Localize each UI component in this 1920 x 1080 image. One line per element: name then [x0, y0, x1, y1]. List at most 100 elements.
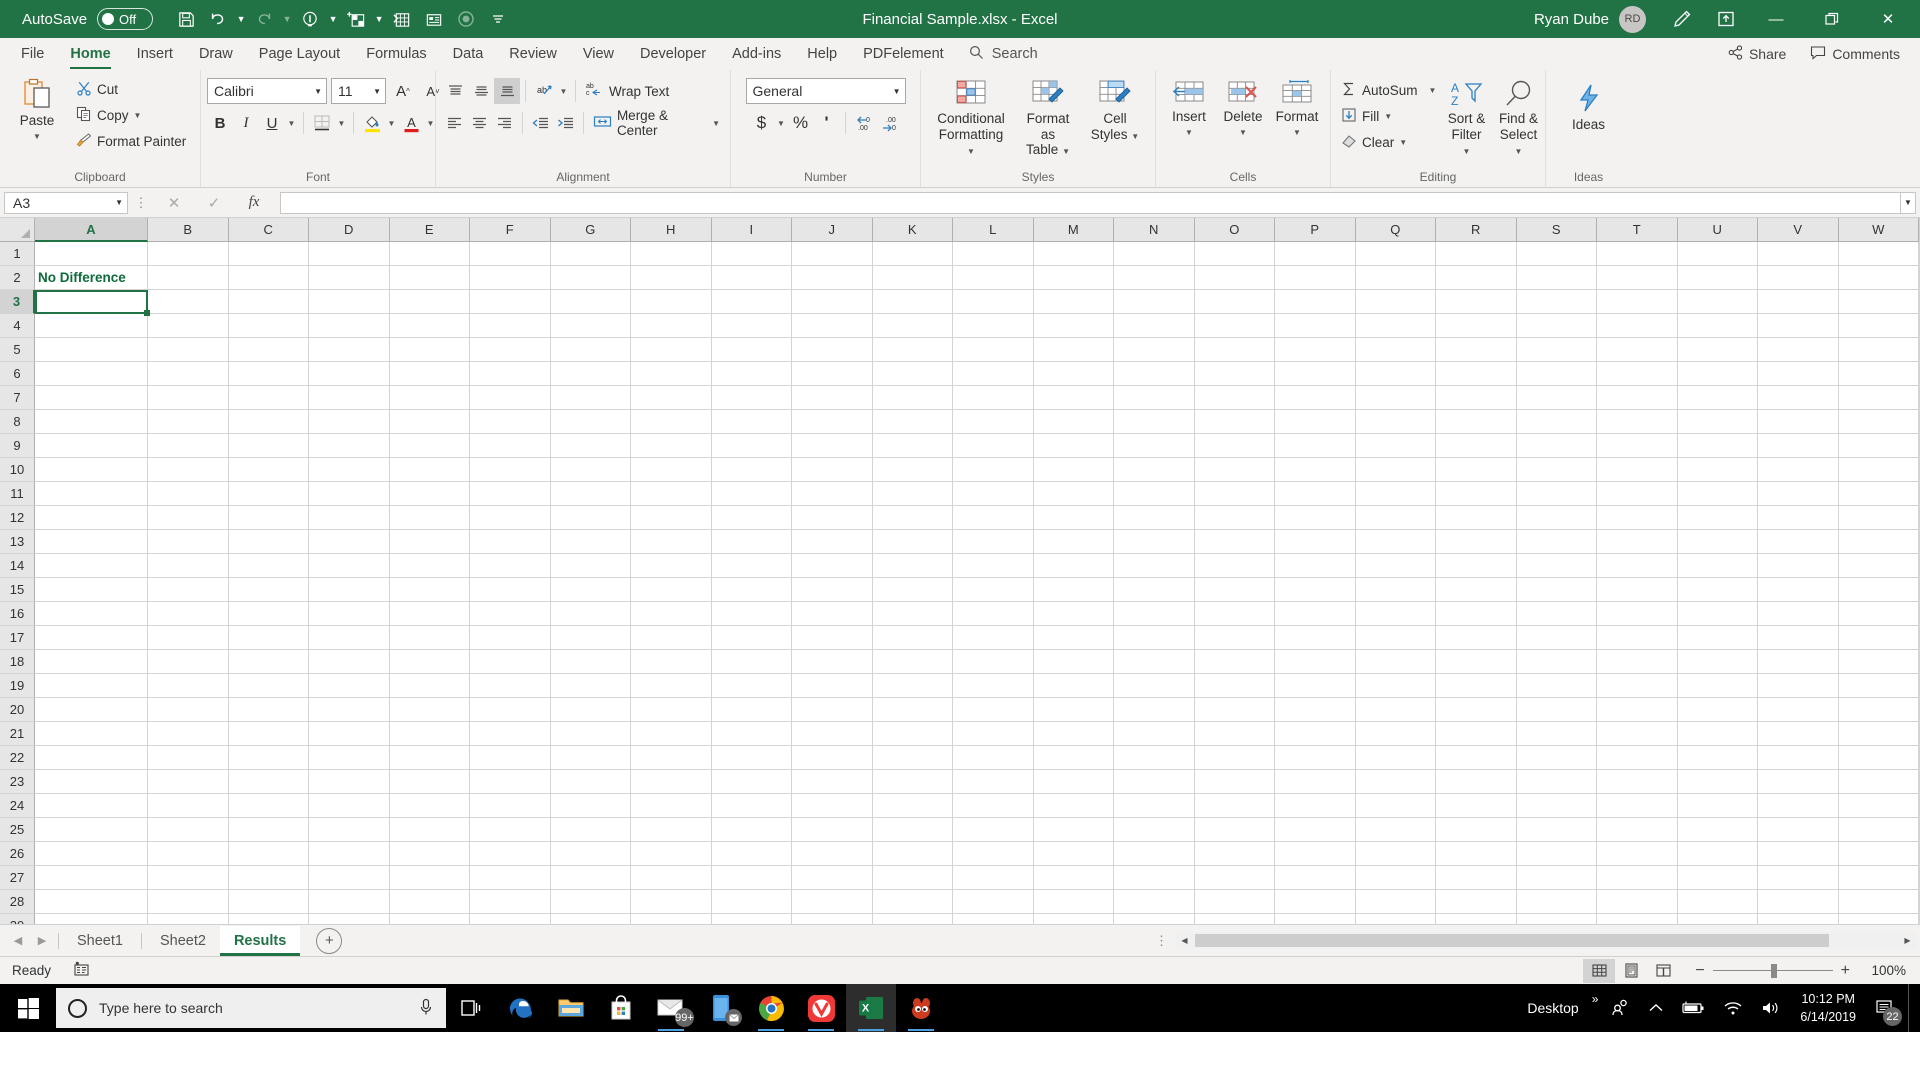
normal-view-button[interactable]: [1583, 958, 1616, 983]
cell-L5[interactable]: [953, 338, 1034, 362]
cell-L28[interactable]: [953, 890, 1034, 914]
cell-H6[interactable]: [631, 362, 712, 386]
column-header-q[interactable]: Q: [1355, 218, 1436, 242]
cell-K4[interactable]: [872, 314, 953, 338]
insert-cells-button[interactable]: Insert ▼: [1162, 77, 1216, 139]
format-cells-button[interactable]: Format ▼: [1270, 77, 1324, 139]
cell-styles-dropdown-icon[interactable]: ▼: [1131, 132, 1139, 141]
cell-O17[interactable]: [1194, 626, 1275, 650]
cell-R27[interactable]: [1436, 866, 1517, 890]
cell-M29[interactable]: [1034, 914, 1114, 924]
row-header-26[interactable]: 26: [0, 842, 35, 866]
cell-U23[interactable]: [1677, 770, 1758, 794]
cell-A22[interactable]: [35, 746, 148, 770]
cell-G22[interactable]: [550, 746, 631, 770]
cell-E16[interactable]: [389, 602, 470, 626]
cell-R16[interactable]: [1436, 602, 1517, 626]
cell-U17[interactable]: [1677, 626, 1758, 650]
cell-P2[interactable]: [1275, 266, 1356, 290]
cell-Q21[interactable]: [1355, 722, 1436, 746]
cell-L2[interactable]: [953, 266, 1034, 290]
cell-G15[interactable]: [550, 578, 631, 602]
cell-K12[interactable]: [872, 506, 953, 530]
cell-J17[interactable]: [792, 626, 873, 650]
sort-and-filter-button[interactable]: A Z Sort & Filter ▼: [1440, 77, 1492, 160]
cell-T25[interactable]: [1597, 818, 1678, 842]
cell-M3[interactable]: [1033, 290, 1114, 314]
cell-F12[interactable]: [470, 506, 551, 530]
record-macro-icon[interactable]: [451, 4, 481, 34]
cell-N24[interactable]: [1114, 794, 1195, 818]
borders-dropdown-icon[interactable]: ▼: [335, 110, 348, 136]
cell-A25[interactable]: [35, 818, 148, 842]
cell-B18[interactable]: [148, 650, 229, 674]
select-all-corner[interactable]: [0, 218, 35, 242]
cell-A26[interactable]: [35, 842, 148, 866]
cell-H24[interactable]: [631, 794, 712, 818]
cell-H13[interactable]: [631, 530, 712, 554]
people-icon[interactable]: [1602, 999, 1640, 1017]
cell-I5[interactable]: [711, 338, 792, 362]
cell-I18[interactable]: [711, 650, 792, 674]
cell-J27[interactable]: [792, 866, 873, 890]
column-header-a[interactable]: A: [35, 218, 148, 242]
cell-A21[interactable]: [35, 722, 148, 746]
font-name-dropdown-icon[interactable]: ▼: [308, 87, 322, 96]
sort-icon[interactable]: [387, 4, 417, 34]
cell-D14[interactable]: [309, 554, 390, 578]
cell-V15[interactable]: [1758, 578, 1839, 602]
decrease-decimal-button[interactable]: .00 0: [877, 110, 903, 136]
cell-M10[interactable]: [1033, 458, 1114, 482]
cell-S2[interactable]: [1516, 266, 1597, 290]
cell-O16[interactable]: [1194, 602, 1275, 626]
cell-V8[interactable]: [1758, 410, 1839, 434]
cell-K8[interactable]: [872, 410, 953, 434]
cell-B9[interactable]: [148, 434, 229, 458]
cell-V6[interactable]: [1758, 362, 1839, 386]
row-header-2[interactable]: 2: [0, 266, 35, 290]
cell-H27[interactable]: [631, 866, 712, 890]
number-format-dropdown-icon[interactable]: ▼: [887, 87, 901, 96]
cell-V1[interactable]: [1758, 242, 1839, 266]
cell-A4[interactable]: [35, 314, 148, 338]
cell-Q12[interactable]: [1355, 506, 1436, 530]
minimize-button[interactable]: —: [1750, 0, 1802, 38]
cell-R4[interactable]: [1436, 314, 1517, 338]
cell-E10[interactable]: [389, 458, 470, 482]
cell-L23[interactable]: [953, 770, 1034, 794]
cell-E4[interactable]: [389, 314, 470, 338]
cell-I25[interactable]: [711, 818, 792, 842]
cell-F9[interactable]: [470, 434, 551, 458]
row-header-4[interactable]: 4: [0, 314, 35, 338]
restore-button[interactable]: [1806, 0, 1858, 38]
cell-R25[interactable]: [1436, 818, 1517, 842]
cell-E28[interactable]: [389, 890, 470, 914]
cell-F7[interactable]: [470, 386, 551, 410]
cell-C28[interactable]: [228, 890, 309, 914]
cell-H3[interactable]: [631, 290, 712, 314]
cell-P25[interactable]: [1275, 818, 1356, 842]
cell-W2[interactable]: [1838, 266, 1919, 290]
cell-N5[interactable]: [1114, 338, 1195, 362]
cell-L12[interactable]: [953, 506, 1034, 530]
zoom-out-button[interactable]: −: [1695, 962, 1704, 980]
tab-formulas[interactable]: Formulas: [353, 38, 439, 70]
cell-M19[interactable]: [1033, 674, 1114, 698]
column-header-h[interactable]: H: [631, 218, 712, 242]
cell-T19[interactable]: [1597, 674, 1678, 698]
cell-U13[interactable]: [1677, 530, 1758, 554]
column-header-j[interactable]: J: [792, 218, 873, 242]
cell-D10[interactable]: [309, 458, 390, 482]
cell-O21[interactable]: [1194, 722, 1275, 746]
cell-Q17[interactable]: [1355, 626, 1436, 650]
cell-H20[interactable]: [631, 698, 712, 722]
cell-W18[interactable]: [1838, 650, 1919, 674]
page-layout-view-button[interactable]: [1615, 959, 1647, 983]
cell-A2[interactable]: No Difference: [35, 266, 148, 290]
cell-G9[interactable]: [550, 434, 631, 458]
cell-T27[interactable]: [1597, 866, 1678, 890]
cell-R28[interactable]: [1436, 890, 1517, 914]
cell-J18[interactable]: [792, 650, 873, 674]
cell-H17[interactable]: [631, 626, 712, 650]
cell-F17[interactable]: [470, 626, 551, 650]
